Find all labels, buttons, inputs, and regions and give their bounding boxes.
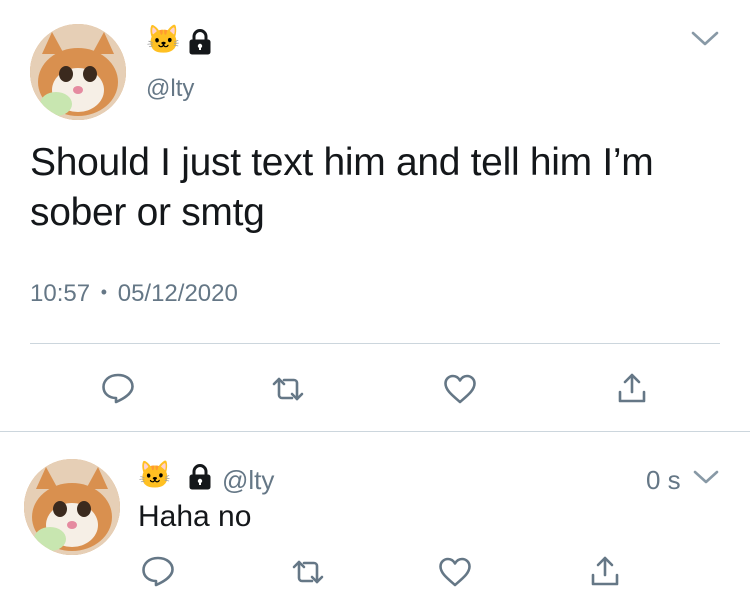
reply-icon[interactable] [101,372,135,404]
user-handle[interactable]: @lty [146,75,194,103]
lock-icon [188,29,212,55]
tweet-timestamp: 10:57 • 05/12/2020 [30,280,238,308]
divider [30,343,720,344]
reply-time: 0 s [646,465,681,495]
like-icon[interactable] [443,374,477,404]
reply-text: Haha no [138,500,252,533]
tweet-text: Should I just text him and tell him I’m … [30,141,654,234]
retweet-icon[interactable] [290,557,326,587]
share-icon[interactable] [617,372,647,404]
timestamp-separator: • [100,282,108,302]
like-icon[interactable] [438,557,472,587]
divider [0,431,750,432]
reply-icon[interactable] [141,555,175,587]
reply-avatar[interactable] [24,459,120,555]
name-emoji[interactable]: 🐱 [146,26,181,54]
avatar[interactable] [30,24,126,120]
tweet-time: 10:57 [30,280,91,307]
retweet-icon[interactable] [270,374,306,404]
reply-name-emoji[interactable]: 🐱 [138,462,172,489]
chevron-down-icon[interactable] [690,28,720,48]
chevron-down-icon[interactable] [692,468,720,486]
share-icon[interactable] [590,555,620,587]
tweet-date: 05/12/2020 [117,280,238,307]
lock-icon [188,464,212,490]
reply-handle[interactable]: @lty [222,465,274,496]
